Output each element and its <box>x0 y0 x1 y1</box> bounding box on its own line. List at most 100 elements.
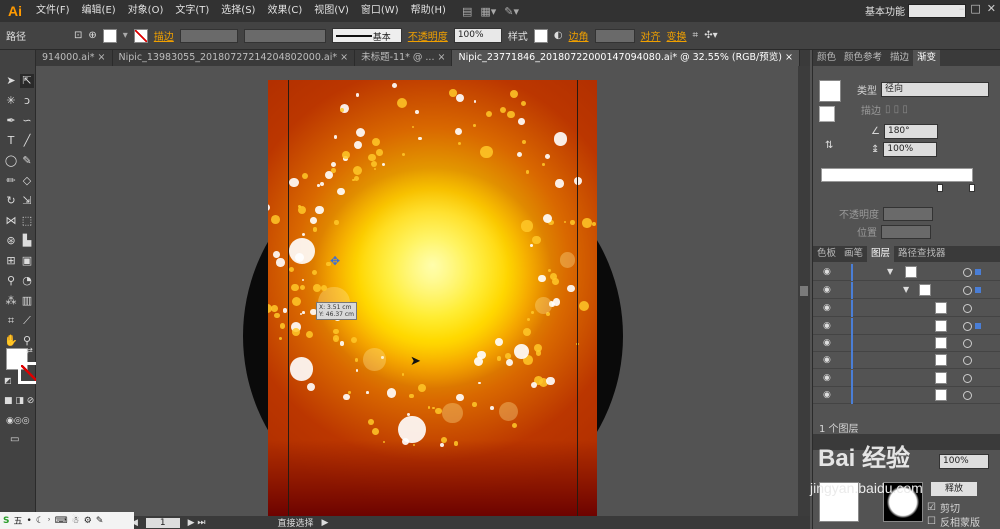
layer-row[interactable]: ◉ <box>813 318 1000 335</box>
hand-tool-icon[interactable]: ✋ <box>4 334 18 348</box>
align-link[interactable]: 对齐 <box>641 28 661 43</box>
status-menu-icon[interactable]: ▶ <box>322 518 329 528</box>
corner-link[interactable]: 边角 <box>569 28 589 43</box>
layer-target-icon[interactable] <box>963 322 972 331</box>
release-mask-button[interactable]: 释放 <box>931 482 977 496</box>
visibility-eye-icon[interactable]: ◉ <box>823 303 831 313</box>
clip-checkbox[interactable]: ☑ <box>927 502 936 513</box>
menu-view[interactable]: 视图(V) <box>308 0 355 22</box>
draw-mode-icon[interactable]: ◉◎◎ <box>6 416 30 426</box>
gradient-tool-icon[interactable]: ▣ <box>20 254 34 268</box>
more-options-icon[interactable]: ✣▾ <box>704 30 717 41</box>
layer-target-icon[interactable] <box>963 286 972 295</box>
gradient-stop-right[interactable] <box>969 184 975 192</box>
minimize-icon[interactable]: – <box>959 2 965 15</box>
layer-row[interactable]: ◉ <box>813 335 1000 352</box>
tab-document-1[interactable]: 914000.ai* × <box>36 50 113 66</box>
anchor-icon[interactable]: ⊡ <box>74 30 82 41</box>
visibility-eye-icon[interactable]: ◉ <box>823 355 831 365</box>
menu-select[interactable]: 选择(S) <box>215 0 261 22</box>
gradient-stop-left[interactable] <box>937 184 943 192</box>
menu-help[interactable]: 帮助(H) <box>405 0 452 22</box>
tab-layers[interactable]: 图层 <box>867 246 895 262</box>
column-graph-tool-icon[interactable]: ▥ <box>20 294 34 308</box>
tab-document-2[interactable]: Nipic_13983055_20180727214204802000.ai* … <box>113 50 356 66</box>
eraser-tool-icon[interactable]: ◇ <box>20 174 34 188</box>
visibility-eye-icon[interactable]: ◉ <box>823 373 831 383</box>
transparency-opacity-field[interactable]: 100% <box>939 454 989 469</box>
fill-dropdown-icon[interactable]: ▾ <box>123 30 128 41</box>
visibility-eye-icon[interactable]: ◉ <box>823 390 831 400</box>
invert-mask-checkbox[interactable]: ☐ <box>927 516 936 527</box>
wrench-icon[interactable]: ✎ <box>96 516 104 526</box>
scrollbar-thumb[interactable] <box>800 286 808 296</box>
variable-width-dropdown[interactable] <box>243 28 326 43</box>
canvas-area[interactable]: ✥ X: 3.51 cm Y: 46.37 cm ➤ <box>36 66 798 516</box>
layer-row[interactable]: ◉ <box>813 300 1000 317</box>
layer-target-icon[interactable] <box>963 374 972 383</box>
gradient-type-dropdown[interactable]: 径向 <box>881 82 989 97</box>
reverse-gradient-icon[interactable]: ⇅ <box>825 140 833 151</box>
arrange-documents-icon[interactable]: ▦▾ <box>480 5 496 18</box>
ellipse-tool-icon[interactable]: ◯ <box>4 154 18 168</box>
keyboard-icon[interactable]: ⌨ <box>55 516 68 526</box>
tab-stroke[interactable]: 描边 <box>886 50 913 66</box>
swap-fill-stroke-icon[interactable]: ⇄ <box>26 346 33 355</box>
stroke-weight-dropdown[interactable] <box>179 28 238 43</box>
artboard[interactable] <box>268 80 597 516</box>
tab-color[interactable]: 颜色 <box>813 50 840 66</box>
search-input[interactable] <box>908 4 966 18</box>
menu-edit[interactable]: 编辑(E) <box>76 0 122 22</box>
ime-label[interactable]: 五 <box>13 514 22 527</box>
layer-target-icon[interactable] <box>963 356 972 365</box>
visibility-eye-icon[interactable]: ◉ <box>823 285 831 295</box>
layer-row[interactable]: ◉ <box>813 370 1000 387</box>
layer-target-icon[interactable] <box>963 268 972 277</box>
visibility-eye-icon[interactable]: ◉ <box>823 267 831 277</box>
layer-target-icon[interactable] <box>963 304 972 313</box>
magic-wand-tool-icon[interactable]: ✳ <box>4 94 18 108</box>
tab-brushes[interactable]: 画笔 <box>840 246 867 262</box>
eyedropper-tool-icon[interactable]: ⚲ <box>4 274 18 288</box>
workspace-switcher[interactable]: 基本功能 <box>865 3 905 18</box>
layer-target-icon[interactable] <box>963 391 972 400</box>
corner-dropdown[interactable] <box>594 28 635 43</box>
toolbox-icon[interactable]: ⚙ <box>84 516 92 526</box>
mesh-tool-icon[interactable]: ⊞ <box>4 254 18 268</box>
selection-tool-icon[interactable]: ➤ <box>4 74 18 88</box>
stroke-link[interactable]: 描边 <box>154 28 174 43</box>
direct-selection-tool-icon[interactable]: ⇱ <box>20 74 34 88</box>
target-icon[interactable]: ⊕ <box>88 30 96 41</box>
type-tool-icon[interactable]: T <box>4 134 18 148</box>
curvature-tool-icon[interactable]: ∽ <box>20 114 34 128</box>
bridge-icon[interactable]: ▤ <box>462 5 472 18</box>
opacity-field[interactable]: 100% <box>453 28 502 43</box>
isolate-icon[interactable]: ⌗ <box>693 30 699 41</box>
gpu-performance-icon[interactable]: ✎▾ <box>504 5 519 18</box>
artboard-tool-icon[interactable]: ⌗ <box>4 314 18 328</box>
default-colors-icon[interactable]: ◩ <box>4 376 12 385</box>
expand-arrow-icon[interactable]: ▼ <box>903 285 909 294</box>
scale-tool-icon[interactable]: ⇲ <box>20 194 34 208</box>
gradient-preview-swatch[interactable] <box>819 80 841 102</box>
pencil-tool-icon[interactable]: ✏ <box>4 174 18 188</box>
tab-color-guide[interactable]: 颜色参考 <box>840 50 886 66</box>
fill-swatch[interactable] <box>102 28 117 43</box>
layer-row[interactable]: ◉ ▼ <box>813 264 1000 281</box>
blend-tool-icon[interactable]: ◔ <box>20 274 34 288</box>
tab-pathfinder[interactable]: 路径查找器 <box>894 246 950 262</box>
paintbrush-tool-icon[interactable]: ✎ <box>20 154 34 168</box>
expand-arrow-icon[interactable]: ▼ <box>887 267 893 276</box>
visibility-eye-icon[interactable]: ◉ <box>823 321 831 331</box>
stop-opacity-field[interactable] <box>883 206 933 221</box>
stop-location-field[interactable] <box>881 224 931 239</box>
gradient-slider[interactable] <box>821 168 973 182</box>
menu-type[interactable]: 文字(T) <box>169 0 215 22</box>
skin-icon[interactable]: ☃ <box>72 516 80 526</box>
next-artboard-icon[interactable]: ▶ ⏭ <box>188 518 206 528</box>
tab-swatches[interactable]: 色板 <box>813 246 840 262</box>
menu-object[interactable]: 对象(O) <box>122 0 170 22</box>
screen-mode-icon[interactable]: ▭ <box>10 434 19 445</box>
close-icon[interactable]: ✕ <box>987 2 996 15</box>
color-mode-icon[interactable]: ■ ◨ ⊘ <box>4 396 34 406</box>
